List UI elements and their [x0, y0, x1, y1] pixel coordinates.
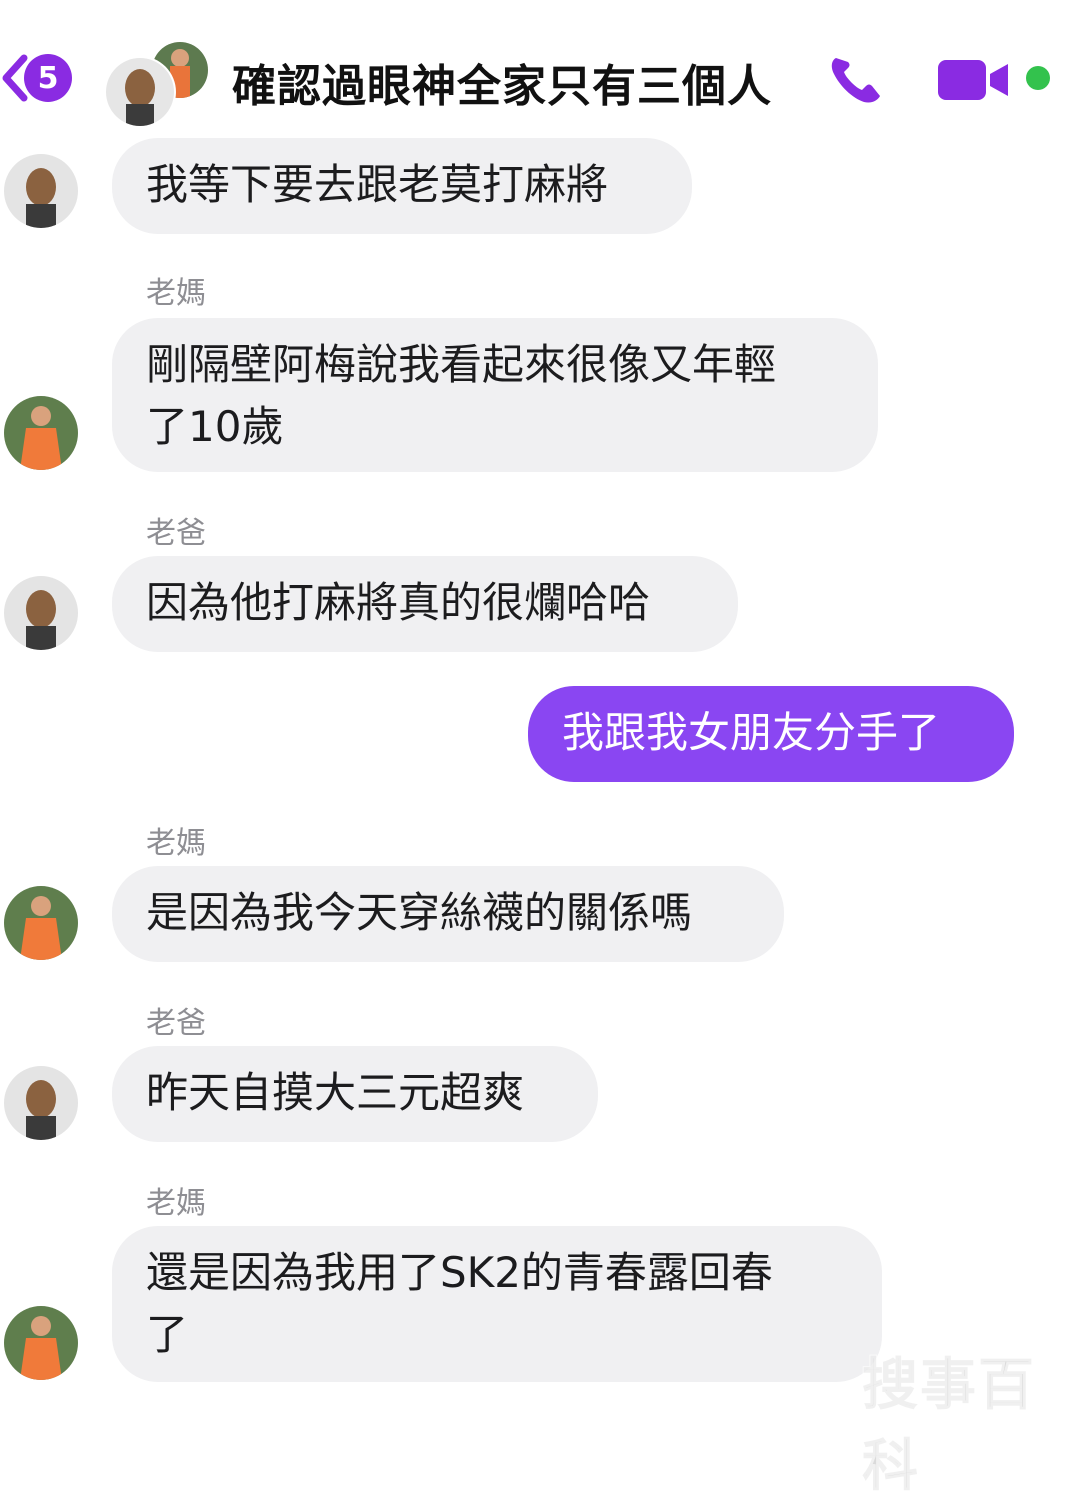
message-bubble[interactable]: 剛隔壁阿梅說我看起來很像又年輕 了10歲 — [112, 318, 878, 472]
sender-name: 老媽 — [146, 1186, 206, 1221]
sender-name: 老媽 — [146, 826, 206, 861]
avatar-mom[interactable] — [4, 396, 78, 470]
group-avatar[interactable] — [104, 42, 208, 130]
watermark: 搜事百科 — [861, 1352, 1036, 1500]
video-camera-icon[interactable] — [938, 56, 1018, 104]
unread-count-badge[interactable]: 5 — [24, 54, 72, 102]
message-bubble[interactable]: 我等下要去跟老莫打麻將 — [112, 138, 692, 234]
chat-header: 5 確認過眼神全家只有三個人 — [0, 0, 1080, 130]
phone-icon[interactable] — [826, 52, 886, 106]
chat-title: 確認過眼神全家只有三個人 — [232, 61, 772, 112]
message-bubble[interactable]: 還是因為我用了SK2的青春露回春 了 — [112, 1226, 882, 1382]
outgoing-message-bubble[interactable]: 我跟我女朋友分手了 — [528, 686, 1014, 782]
message-bubble[interactable]: 因為他打麻將真的很爛哈哈 — [112, 556, 738, 652]
sender-name: 老爸 — [146, 516, 206, 551]
avatar-dad[interactable] — [4, 576, 78, 650]
avatar-mom[interactable] — [4, 886, 78, 960]
message-bubble[interactable]: 昨天自摸大三元超爽 — [112, 1046, 598, 1142]
avatar-mom[interactable] — [4, 1306, 78, 1380]
online-status-dot — [1026, 66, 1050, 90]
sender-name: 老媽 — [146, 276, 206, 311]
sender-name: 老爸 — [146, 1006, 206, 1041]
avatar-dad[interactable] — [4, 1066, 78, 1140]
message-bubble[interactable]: 是因為我今天穿絲襪的關係嗎 — [112, 866, 784, 962]
avatar-dad[interactable] — [4, 154, 78, 228]
